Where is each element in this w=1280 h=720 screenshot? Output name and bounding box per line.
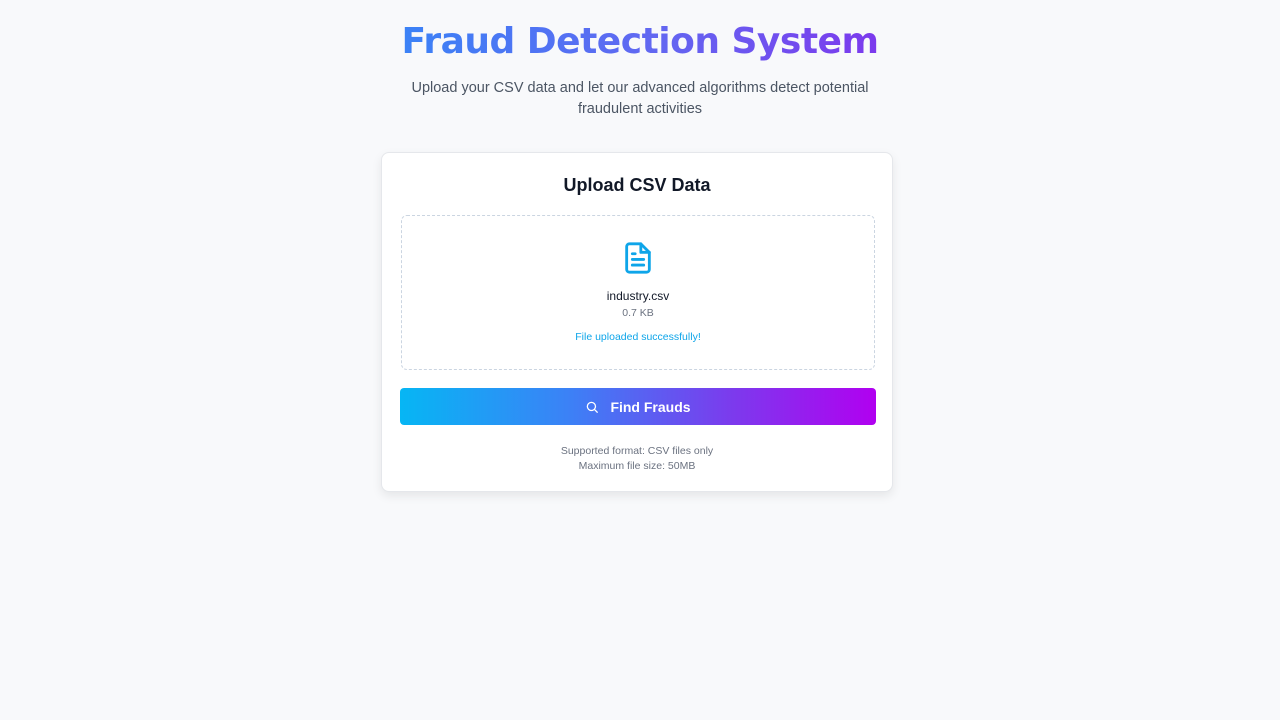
find-frauds-label: Find Frauds bbox=[610, 398, 691, 415]
find-frauds-button[interactable]: Find Frauds bbox=[400, 388, 876, 425]
page-header: Fraud Detection System Upload your CSV d… bbox=[0, 18, 1280, 120]
page-title: Fraud Detection System bbox=[402, 18, 879, 66]
uploaded-file-name: industry.csv bbox=[606, 289, 670, 303]
file-dropzone[interactable]: industry.csv 0.7 KB File uploaded succes… bbox=[401, 215, 875, 370]
file-text-icon bbox=[625, 242, 651, 274]
page-subtitle: Upload your CSV data and let our advance… bbox=[411, 80, 869, 117]
max-file-size-note: Maximum file size: 50MB bbox=[578, 460, 696, 472]
upload-card: Upload CSV Data industry.csv 0.7 KB File… bbox=[381, 152, 893, 492]
page: Fraud Detection System Upload your CSV d… bbox=[0, 0, 1280, 720]
uploaded-file-size: 0.7 KB bbox=[622, 307, 654, 319]
upload-requirements: Supported format: CSV files only Maximum… bbox=[382, 444, 892, 474]
upload-card-title: Upload CSV Data bbox=[563, 175, 711, 195]
upload-status-message: File uploaded successfully! bbox=[575, 331, 701, 343]
supported-format-note: Supported format: CSV files only bbox=[560, 445, 714, 457]
search-icon bbox=[587, 401, 599, 413]
